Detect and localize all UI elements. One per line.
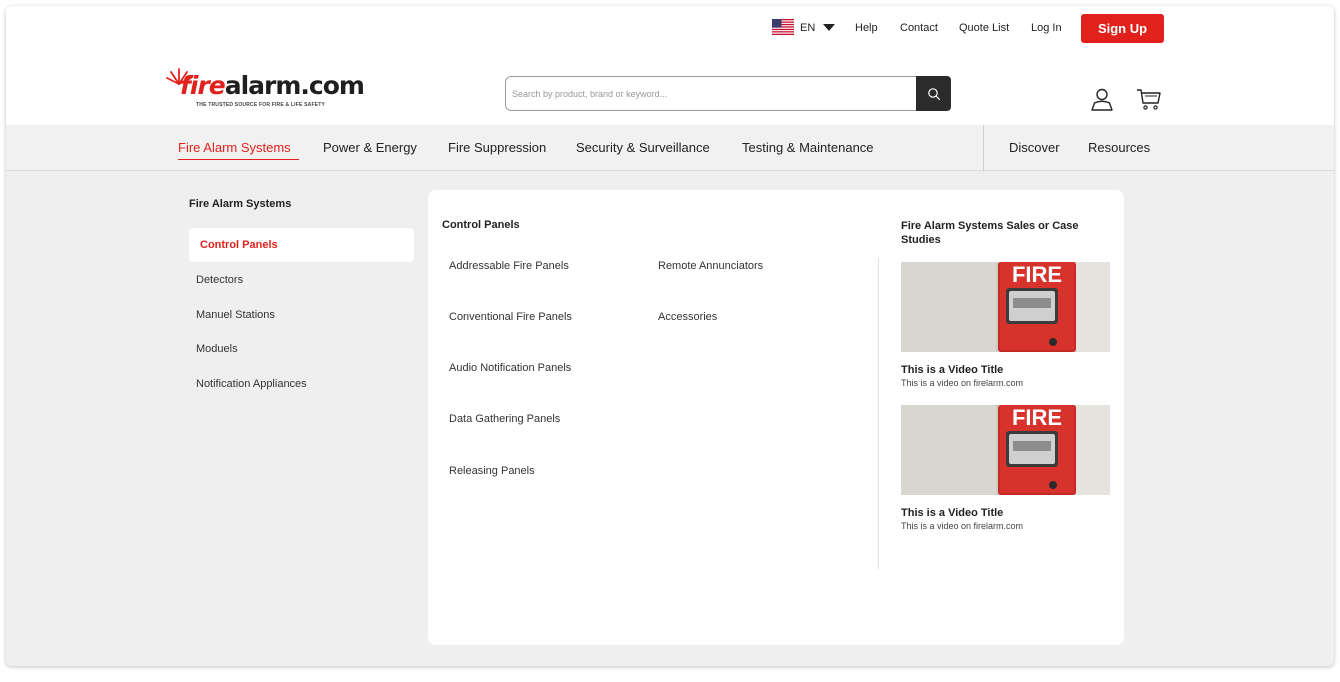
mega-menu-panel: Control Panels Addressable Fire Panels C… [428, 190, 1124, 645]
search-input[interactable] [506, 77, 916, 110]
utility-bar: EN Help Contact Quote List Log In Sign U… [6, 6, 1334, 49]
video-title[interactable]: This is a Video Title [901, 507, 1003, 519]
page-frame: EN Help Contact Quote List Log In Sign U… [6, 6, 1334, 666]
video-title[interactable]: This is a Video Title [901, 364, 1003, 376]
logo-rest-text: alarm.com [224, 71, 365, 100]
link-audio-notification-panels[interactable]: Audio Notification Panels [449, 362, 571, 374]
video-thumbnail[interactable]: FIRE [901, 405, 1110, 495]
sidebar-item-manuel-stations[interactable]: Manuel Stations [196, 309, 275, 321]
signup-button[interactable]: Sign Up [1081, 14, 1164, 43]
feature-title: Fire Alarm Systems Sales or Case Studies [901, 220, 1079, 246]
link-data-gathering-panels[interactable]: Data Gathering Panels [449, 413, 560, 425]
search-button[interactable] [916, 76, 951, 111]
sidebar-item-moduels[interactable]: Moduels [196, 343, 238, 355]
logo-tagline: THE TRUSTED SOURCE FOR FIRE & LIFE SAFET… [196, 102, 326, 108]
sidebar-item-label: Control Panels [200, 239, 278, 251]
image-fire-text: FIRE [1012, 262, 1062, 287]
video-thumbnail[interactable]: FIRE [901, 262, 1110, 352]
user-icon[interactable] [1090, 87, 1114, 111]
fire-pull-station-image: FIRE [901, 262, 1110, 352]
sidebar-item-control-panels[interactable]: Control Panels [189, 228, 414, 262]
nav-resources[interactable]: Resources [1088, 140, 1150, 155]
quote-list-link[interactable]: Quote List [959, 22, 1009, 34]
image-fire-text: FIRE [1012, 405, 1062, 430]
logo-wordmark: firealarm.com [180, 71, 365, 101]
video-subtitle: This is a video on firelarm.com [901, 521, 1024, 531]
link-releasing-panels[interactable]: Releasing Panels [449, 465, 535, 477]
main-header: firealarm.com THE TRUSTED SOURCE FOR FIR… [6, 49, 1334, 125]
fire-pull-station-image: FIRE [901, 405, 1110, 495]
panel-divider [878, 258, 879, 570]
active-nav-underline [178, 159, 299, 160]
nav-fire-suppression[interactable]: Fire Suppression [448, 140, 546, 155]
link-remote-annunciators[interactable]: Remote Annunciators [658, 260, 763, 272]
login-link[interactable]: Log In [1031, 22, 1062, 34]
nav-divider [983, 125, 984, 171]
sidebar-item-detectors[interactable]: Detectors [196, 274, 243, 286]
link-accessories[interactable]: Accessories [658, 311, 717, 323]
sidebar-item-notification-appliances[interactable]: Notification Appliances [196, 378, 307, 390]
contact-link[interactable]: Contact [900, 22, 938, 34]
link-addressable-fire-panels[interactable]: Addressable Fire Panels [449, 260, 569, 272]
help-link[interactable]: Help [855, 22, 878, 34]
cart-icon[interactable] [1136, 87, 1162, 111]
sidebar-title: Fire Alarm Systems [189, 198, 292, 210]
link-conventional-fire-panels[interactable]: Conventional Fire Panels [449, 311, 572, 323]
language-selector[interactable]: EN [800, 22, 815, 34]
video-subtitle: This is a video on firelarm.com [901, 378, 1024, 388]
search-icon [927, 87, 940, 100]
logo[interactable]: firealarm.com THE TRUSTED SOURCE FOR FIR… [166, 66, 366, 112]
main-nav: Fire Alarm Systems Power & Energy Fire S… [6, 125, 1334, 171]
search-box [505, 76, 917, 111]
nav-security-surveillance[interactable]: Security & Surveillance [576, 140, 710, 155]
us-flag-icon[interactable] [772, 19, 794, 35]
chevron-down-icon[interactable] [823, 24, 835, 31]
nav-power-energy[interactable]: Power & Energy [323, 140, 417, 155]
nav-discover[interactable]: Discover [1009, 140, 1060, 155]
panel-title: Control Panels [442, 219, 520, 231]
logo-fire-text: fire [180, 71, 226, 100]
nav-fire-alarm-systems[interactable]: Fire Alarm Systems [178, 140, 291, 155]
nav-testing-maintenance[interactable]: Testing & Maintenance [742, 140, 874, 155]
